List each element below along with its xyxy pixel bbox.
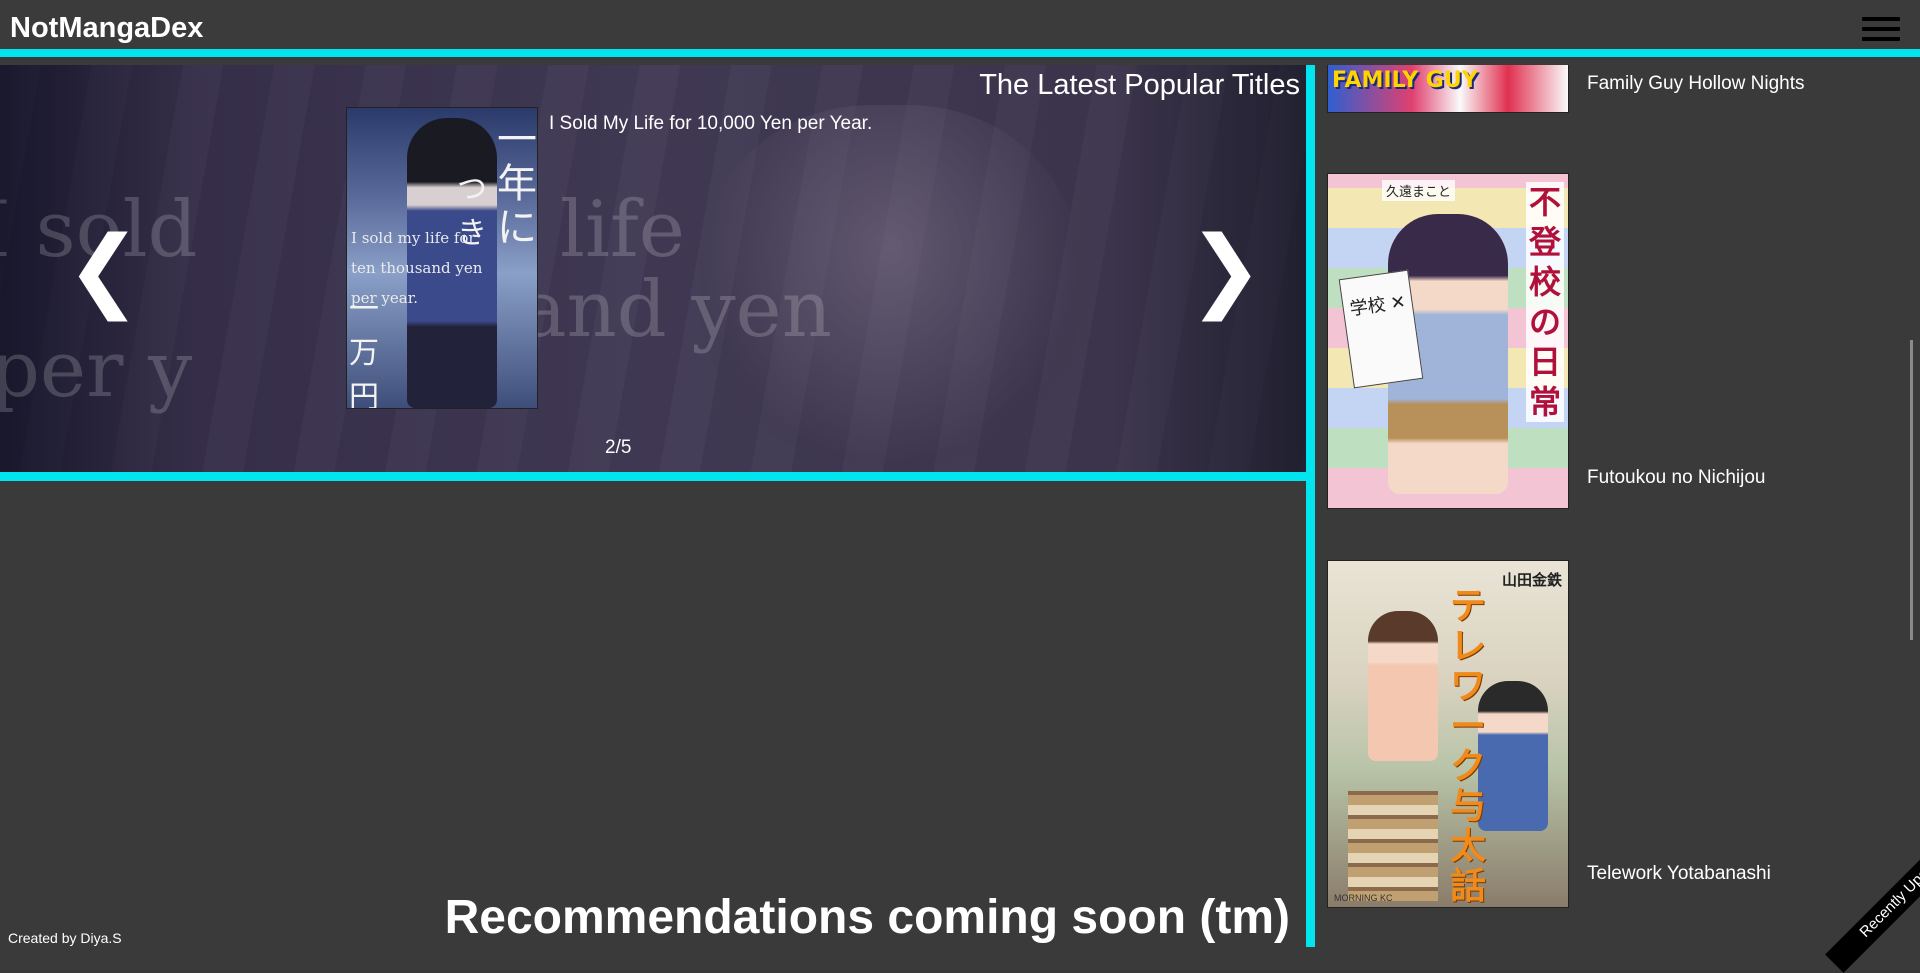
carousel-prev-button[interactable]: ❮ bbox=[66, 225, 141, 315]
slide-counter: 2/5 bbox=[605, 437, 632, 458]
top-navbar: NotMangaDex bbox=[0, 0, 1920, 57]
hamburger-menu-icon[interactable] bbox=[1862, 17, 1900, 45]
slide-title[interactable]: I Sold My Life for 10,000 Yen per Year. bbox=[549, 113, 872, 135]
manga-title[interactable]: Family Guy Hollow Nights bbox=[1587, 73, 1805, 95]
carousel-divider bbox=[0, 472, 1306, 481]
site-brand[interactable]: NotMangaDex bbox=[10, 12, 203, 45]
manga-title[interactable]: Futoukou no Nichijou bbox=[1587, 467, 1766, 489]
footer-credit: Created by Diya.S bbox=[8, 930, 122, 946]
recently-updated-sidebar: FAMILY GUY Family Guy Hollow Nights 学校 ✕… bbox=[1315, 65, 1920, 947]
sidebar-scrollbar[interactable] bbox=[1910, 340, 1913, 640]
manga-cover-image[interactable]: 学校 ✕ 久遠まこと 不登校の日常 bbox=[1327, 173, 1569, 509]
manga-cover-image[interactable]: FAMILY GUY bbox=[1327, 65, 1569, 113]
recommendations-heading: Recommendations coming soon (tm) bbox=[444, 891, 1290, 944]
sidebar-divider bbox=[1306, 65, 1315, 947]
popular-titles-carousel: I sold life and yen per y The Latest Pop… bbox=[0, 65, 1306, 472]
carousel-next-button[interactable]: ❯ bbox=[1188, 225, 1263, 315]
manga-cover-image[interactable]: 山田金鉄 テレワーク与太話 MORNING KC bbox=[1327, 560, 1569, 908]
slide-cover-image[interactable]: 一年に つき 一万円で。 I sold my life for ten thou… bbox=[346, 107, 538, 409]
manga-title[interactable]: Telework Yotabanashi bbox=[1587, 863, 1771, 885]
carousel-heading: The Latest Popular Titles bbox=[979, 69, 1300, 101]
